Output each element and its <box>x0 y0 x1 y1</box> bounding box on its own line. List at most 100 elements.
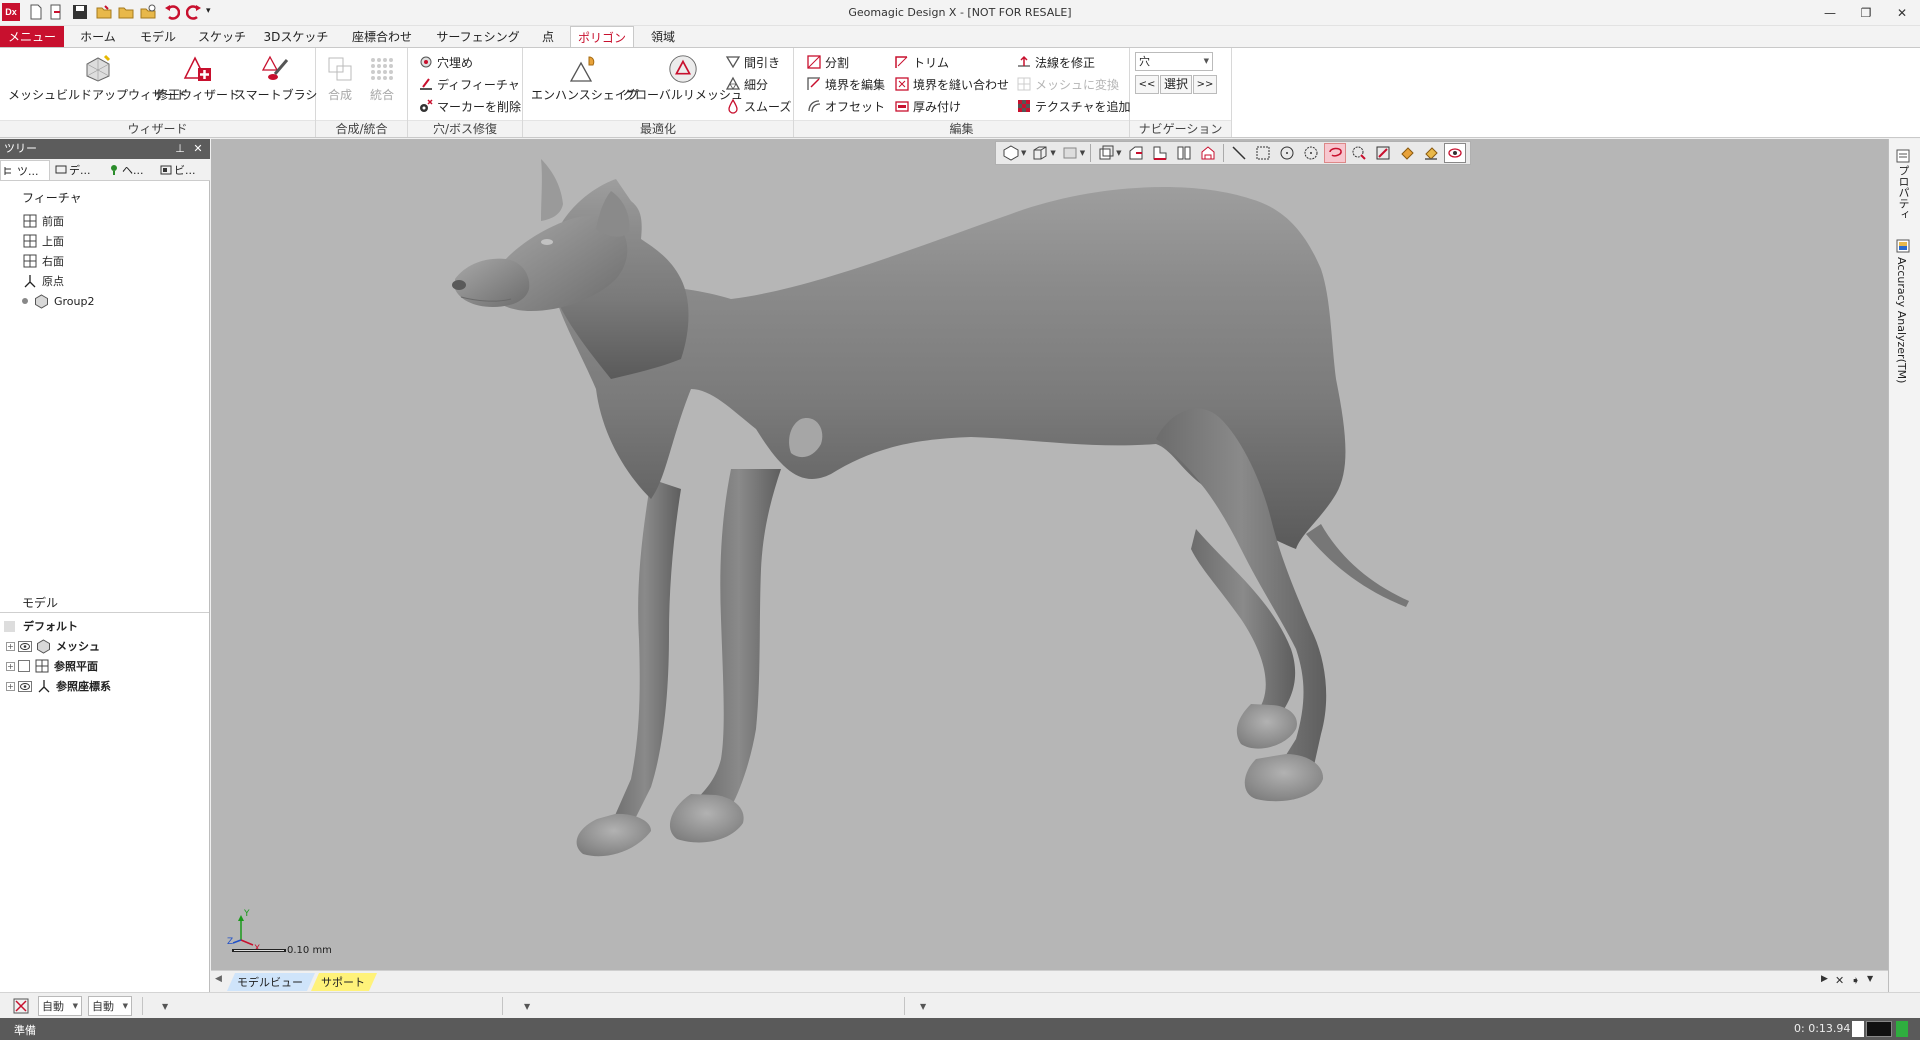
navigation-select[interactable]: 穴 ▼ <box>1135 52 1213 71</box>
tab-accuracy-analyzer[interactable]: Accuracy Analyzer(TM) <box>1895 257 1908 383</box>
fix-normals-button[interactable]: 法線を修正 <box>1016 52 1095 72</box>
tree-item-mesh[interactable]: + メッシュ <box>6 637 100 655</box>
fill-holes-button[interactable]: 穴埋め <box>418 52 473 72</box>
add-texture-button[interactable]: テクスチャを追加 <box>1016 96 1131 116</box>
smart-brush-button[interactable]: スマートブラシ <box>234 52 317 103</box>
defeature-button[interactable]: ディフィーチャ <box>418 74 520 94</box>
chevron-down-icon[interactable]: ▼ <box>1021 149 1026 157</box>
expand-icon[interactable]: + <box>6 661 15 671</box>
fill-select-icon[interactable] <box>1396 143 1418 163</box>
tree-item-right-plane[interactable]: 右面 <box>22 252 64 270</box>
tab-point[interactable]: 点 <box>532 26 564 47</box>
repair-wizard-button[interactable]: 修正ウィザード <box>156 52 240 103</box>
section-icon[interactable] <box>1095 143 1117 163</box>
tab-model[interactable]: モデル <box>132 26 184 47</box>
chevron-down-icon[interactable]: ▼ <box>524 1002 530 1011</box>
navigation-prev-button[interactable]: << <box>1135 75 1159 94</box>
thicken-button[interactable]: 厚み付け <box>894 96 961 116</box>
selection-filter-icon[interactable] <box>12 997 30 1015</box>
eye-icon[interactable] <box>18 640 32 652</box>
close-icon[interactable]: ✕ <box>190 139 206 159</box>
tab-home[interactable]: ホーム <box>70 26 126 47</box>
restore-button[interactable]: ❐ <box>1853 3 1879 23</box>
undo-icon[interactable] <box>164 4 180 20</box>
tab-tree[interactable]: ツ... <box>0 160 50 180</box>
cube-view-icon[interactable] <box>1029 143 1051 163</box>
flip-icon[interactable] <box>1197 143 1219 163</box>
split-button[interactable]: 分割 <box>806 52 849 72</box>
expand-icon[interactable]: + <box>6 681 15 691</box>
brush-select-icon[interactable] <box>1348 143 1370 163</box>
navigation-select-button[interactable]: 選択 <box>1160 75 1192 94</box>
tab-surfacing[interactable]: サーフェシング <box>432 26 524 47</box>
tab-display[interactable]: デ... <box>53 160 103 180</box>
minimize-button[interactable]: — <box>1817 3 1843 23</box>
tab-view[interactable]: ビ... <box>158 160 208 180</box>
open-icon[interactable] <box>48 4 64 20</box>
top-view-icon[interactable] <box>1149 143 1171 163</box>
render-mode-icon[interactable] <box>1059 143 1081 163</box>
line-select-icon[interactable] <box>1228 143 1250 163</box>
tree-item-ref-coords[interactable]: + 参照座標系 <box>6 677 111 695</box>
tab-alignment[interactable]: 座標合わせ <box>344 26 420 47</box>
navigation-next-button[interactable]: >> <box>1193 75 1217 94</box>
circle-select-icon[interactable] <box>1276 143 1298 163</box>
tree-item-origin[interactable]: 原点 <box>22 272 64 290</box>
tab-list-icon[interactable]: ➧ <box>1851 974 1860 987</box>
chevron-down-icon[interactable]: ▼ <box>1867 974 1873 983</box>
tab-region[interactable]: 領域 <box>640 26 686 47</box>
tree-item-front-plane[interactable]: 前面 <box>22 212 64 230</box>
tree-item-top-plane[interactable]: 上面 <box>22 232 64 250</box>
3d-viewport[interactable]: ▼ ▼ ▼ ▼ Y X Z 0.10 mm <box>211 139 1888 970</box>
chevron-down-icon[interactable]: ▼ <box>1050 149 1055 157</box>
tab-polygon[interactable]: ポリゴン <box>570 26 634 48</box>
tab-3d-sketch[interactable]: 3Dスケッチ <box>260 26 332 47</box>
tab-sketch[interactable]: スケッチ <box>192 26 252 47</box>
close-tab-icon[interactable]: ✕ <box>1835 974 1844 987</box>
front-view-icon[interactable] <box>1125 143 1147 163</box>
scroll-left-icon[interactable]: ◀ <box>215 974 222 984</box>
snap-mode-combo[interactable]: 自動 ▼ <box>88 996 132 1016</box>
customize-icon[interactable]: ▾ <box>206 6 222 22</box>
pin-icon[interactable]: ⊥ <box>172 139 188 159</box>
chevron-down-icon[interactable]: ▼ <box>1080 149 1085 157</box>
remove-markers-button[interactable]: マーカーを削除 <box>418 96 521 116</box>
offset-button[interactable]: オフセット <box>806 96 885 116</box>
lasso-select-icon[interactable] <box>1323 143 1346 163</box>
scroll-right-icon[interactable]: ▶ <box>1821 974 1828 984</box>
tree-item-group2[interactable]: Group2 <box>22 292 95 310</box>
tree-item-ref-planes[interactable]: + 参照平面 <box>6 657 98 675</box>
open-recent-icon[interactable] <box>140 4 156 20</box>
tab-help[interactable]: ヘ... <box>106 160 156 180</box>
stitch-boundaries-button[interactable]: 境界を縫い合わせ <box>894 74 1009 94</box>
bucket-icon[interactable] <box>1420 143 1442 163</box>
split-view-icon[interactable] <box>1173 143 1195 163</box>
decimate-button[interactable]: 間引き <box>725 52 780 72</box>
folder-icon[interactable] <box>118 4 134 20</box>
tab-model-view[interactable]: モデルビュー <box>227 973 315 991</box>
new-file-icon[interactable] <box>28 4 44 20</box>
app-logo[interactable]: Dx <box>2 3 20 21</box>
visibility-checkbox[interactable] <box>18 660 30 672</box>
tab-app-menu[interactable]: メニュー <box>0 26 64 47</box>
redo-icon[interactable] <box>186 4 202 20</box>
chevron-down-icon[interactable]: ▼ <box>162 1002 168 1011</box>
rect-select-icon[interactable] <box>1252 143 1274 163</box>
close-button[interactable]: ✕ <box>1889 3 1915 23</box>
combine-button[interactable]: 合成 <box>324 52 356 103</box>
smooth-button[interactable]: スムーズ <box>725 96 791 116</box>
dog-mesh[interactable] <box>211 139 1888 970</box>
subdivide-button[interactable]: 細分 <box>725 74 768 94</box>
tree-item-default[interactable]: デフォルト <box>4 617 78 635</box>
view-mode-icon[interactable] <box>1000 143 1022 163</box>
trim-button[interactable]: トリム <box>894 52 949 72</box>
edit-boundaries-button[interactable]: 境界を編集 <box>806 74 885 94</box>
tab-properties[interactable]: プロパティ <box>1895 165 1911 220</box>
tab-support[interactable]: サポート <box>311 973 377 991</box>
selection-mode-combo[interactable]: 自動 ▼ <box>38 996 82 1016</box>
visible-only-icon[interactable] <box>1443 143 1466 163</box>
convert-to-mesh-button[interactable]: メッシュに変換 <box>1016 74 1119 94</box>
chevron-down-icon[interactable]: ▼ <box>920 1002 926 1011</box>
eye-icon[interactable] <box>18 680 32 692</box>
open-folder-icon[interactable] <box>96 4 112 20</box>
